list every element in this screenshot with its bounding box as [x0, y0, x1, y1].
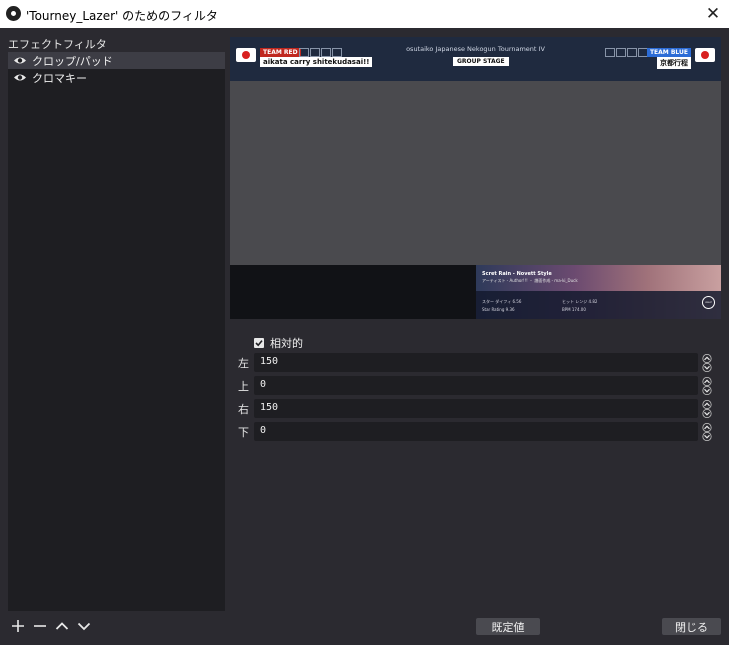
crop-left-stepper[interactable]	[700, 354, 714, 372]
chevron-down-icon[interactable]	[76, 618, 92, 634]
crop-right-value: 150	[260, 402, 279, 413]
chevron-up-icon[interactable]	[54, 618, 70, 634]
crop-left-row: 左 150	[238, 353, 715, 372]
plus-icon[interactable]	[10, 618, 26, 634]
filter-item-label: クロマキー	[32, 71, 87, 85]
song-info-card: Scret Rain - Novett Style アーティスト - Autho…	[476, 265, 721, 319]
spin-up-icon[interactable]	[700, 423, 714, 432]
song-stat: スター ダイフィ 6.56	[482, 299, 522, 304]
crop-bottom-row: 下 0	[238, 422, 715, 441]
team-blue-tag: TEAM BLUE	[646, 48, 691, 57]
crop-top-input[interactable]: 0	[254, 376, 698, 395]
osu-logo: osu!	[702, 296, 715, 309]
filter-list[interactable]: クロップ/パッド クロマキー	[8, 52, 225, 611]
song-stat: Star Rating 9.36	[482, 307, 515, 312]
crop-left-value: 150	[260, 356, 279, 367]
preview-footer-overlay: Scret Rain - Novett Style アーティスト - Autho…	[230, 265, 721, 319]
crop-left-label: 左	[238, 357, 249, 370]
spin-down-icon[interactable]	[700, 432, 714, 441]
team-red-name: aikata carry shitekudasai!!	[260, 57, 373, 67]
crop-top-stepper[interactable]	[700, 377, 714, 395]
crop-top-value: 0	[260, 379, 267, 390]
spin-up-icon[interactable]	[700, 354, 714, 363]
obs-app-icon	[6, 6, 21, 21]
filter-list-toolbar	[10, 618, 92, 634]
relative-checkbox-row[interactable]: 相対的	[254, 335, 303, 351]
crop-bottom-input[interactable]: 0	[254, 422, 698, 441]
song-title: Scret Rain - Novett Style	[482, 271, 552, 277]
spin-down-icon[interactable]	[700, 386, 714, 395]
score-box	[627, 48, 637, 57]
crop-right-input[interactable]: 150	[254, 399, 698, 418]
spin-down-icon[interactable]	[700, 409, 714, 418]
effect-filters-label: エフェクトフィルタ	[8, 38, 107, 51]
window-title: 'Tourney_Lazer' のためのフィルタ	[26, 9, 218, 23]
source-preview: TEAM RED aikata carry shitekudasai!! osu…	[230, 37, 721, 319]
relative-checkbox[interactable]	[254, 338, 264, 348]
crop-right-row: 右 150	[238, 399, 715, 418]
crop-left-input[interactable]: 150	[254, 353, 698, 372]
crop-right-stepper[interactable]	[700, 400, 714, 418]
team-blue-name: 京都行程	[657, 57, 691, 69]
filter-item-chroma-key[interactable]: クロマキー	[8, 69, 225, 86]
spin-up-icon[interactable]	[700, 400, 714, 409]
crop-top-row: 上 0	[238, 376, 715, 395]
spin-up-icon[interactable]	[700, 377, 714, 386]
song-stats-band: スター ダイフィ 6.56 Star Rating 9.36 ヒット レンジ 4…	[476, 291, 721, 319]
filter-item-crop-pad[interactable]: クロップ/パッド	[8, 52, 225, 69]
crop-bottom-label: 下	[238, 426, 249, 439]
preview-header-overlay: TEAM RED aikata carry shitekudasai!! osu…	[230, 37, 721, 81]
crop-bottom-value: 0	[260, 425, 267, 436]
score-box	[616, 48, 626, 57]
crop-bottom-stepper[interactable]	[700, 423, 714, 441]
eye-icon[interactable]	[13, 73, 27, 82]
filter-item-label: クロップ/パッド	[32, 54, 113, 68]
score-box	[605, 48, 615, 57]
title-bar: 'Tourney_Lazer' のためのフィルタ ✕	[0, 0, 729, 28]
eye-icon[interactable]	[13, 56, 27, 65]
minus-icon[interactable]	[32, 618, 48, 634]
japan-flag-icon	[695, 48, 715, 62]
close-icon[interactable]: ✕	[701, 2, 725, 26]
close-button[interactable]: 閉じる	[662, 618, 721, 635]
spin-down-icon[interactable]	[700, 363, 714, 372]
song-subtitle: アーティスト - Author!!! ・ 譜面作成 - ma-ki_Duck	[482, 278, 578, 283]
stage-label: GROUP STAGE	[453, 57, 509, 66]
crop-top-label: 上	[238, 380, 249, 393]
relative-label: 相対的	[270, 337, 303, 350]
crop-right-label: 右	[238, 403, 249, 416]
song-stat: ヒット レンジ 4.82	[562, 299, 598, 304]
defaults-button[interactable]: 既定値	[476, 618, 540, 635]
song-stat: BPM 174.00	[562, 307, 586, 312]
